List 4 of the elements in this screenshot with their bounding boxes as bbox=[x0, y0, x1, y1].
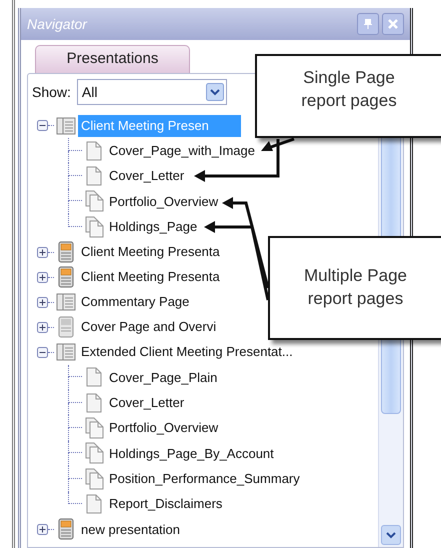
window-title: Navigator bbox=[27, 14, 87, 34]
show-label: Show: bbox=[32, 82, 71, 102]
callout-tooltip: Multiple Page report pages bbox=[268, 236, 441, 340]
callout-tooltip: Single Page report pages bbox=[255, 54, 441, 138]
